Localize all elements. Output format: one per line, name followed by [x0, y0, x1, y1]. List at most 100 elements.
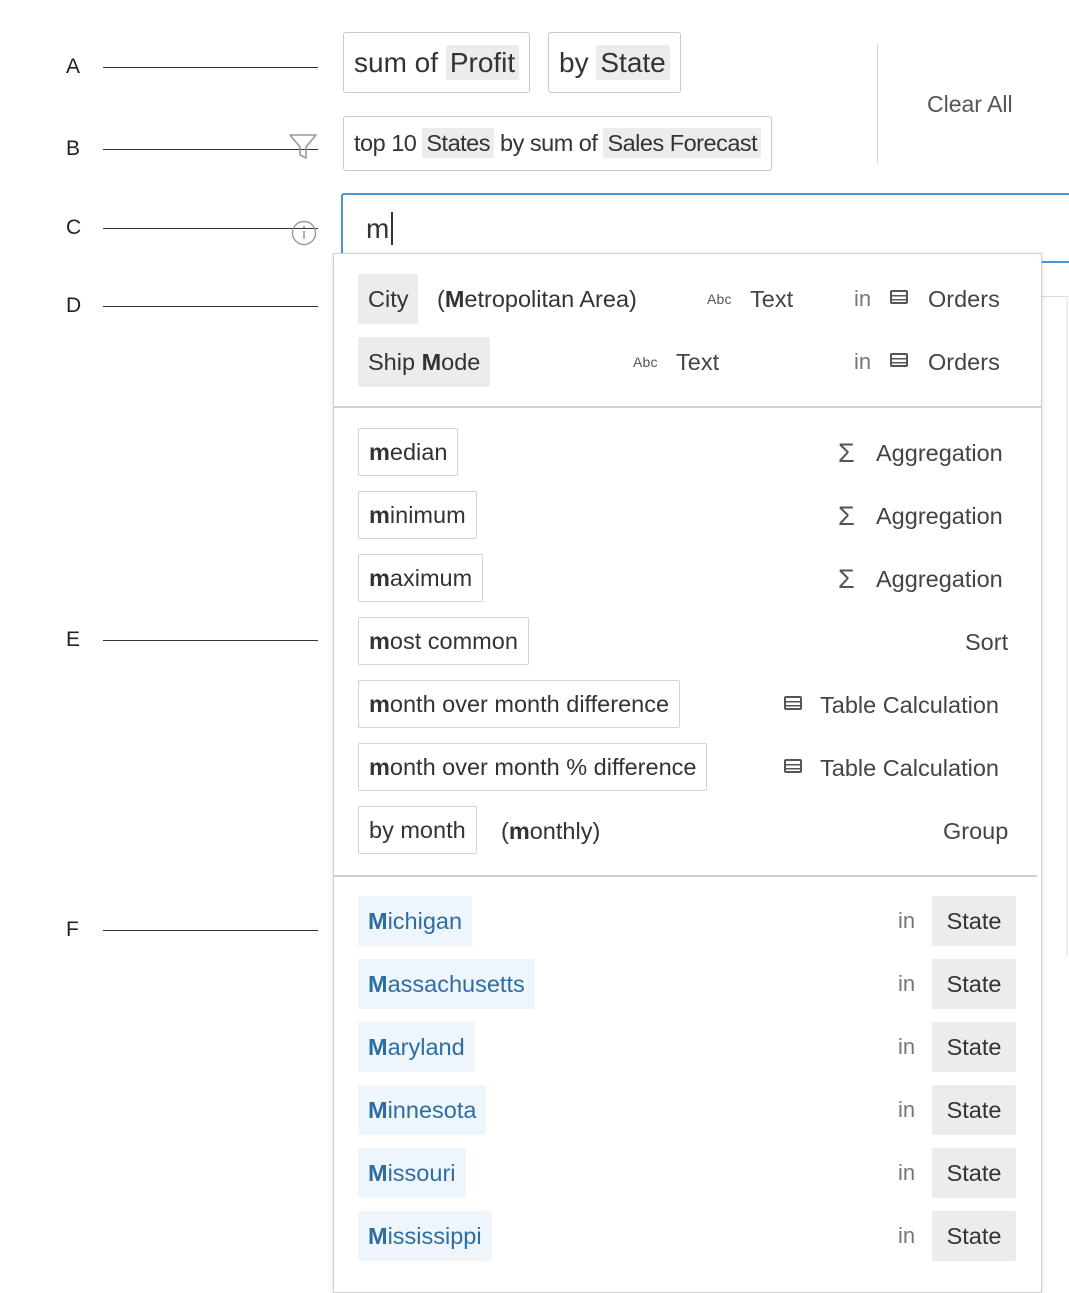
in-label: in [854, 349, 872, 374]
keyword-chip: month over month difference [358, 680, 681, 728]
suggestion-value-michigan[interactable]: Michigan in State [358, 896, 1016, 946]
suggestion-value-minnesota[interactable]: Minnesota in State [358, 1085, 1016, 1135]
suggestion-value-mississippi[interactable]: Mississippi in State [358, 1211, 1016, 1261]
field-chip: State [932, 1085, 1016, 1135]
section-separator [333, 406, 1042, 408]
field-chip: State [932, 1148, 1016, 1198]
table-icon [890, 290, 908, 304]
callout-d: D [66, 293, 318, 319]
keyword-category: Aggregation [876, 503, 1003, 529]
keyword-chip: median [358, 428, 459, 476]
in-label: in [898, 971, 916, 996]
field-chip: State [932, 1022, 1016, 1072]
in-label: in [854, 286, 872, 311]
header-divider [877, 44, 878, 163]
query-pill-dimension[interactable]: by State [548, 32, 681, 93]
callout-e: E [66, 627, 318, 653]
keyword-chip: most common [358, 617, 529, 665]
suggestion-field-city[interactable]: City (Metropolitan Area) Abc Text in Ord… [358, 274, 1018, 324]
keyword-alias: (monthly) [501, 818, 601, 844]
callout-letter: C [66, 216, 82, 239]
keyword-category: Aggregation [876, 566, 1003, 592]
section-separator [333, 875, 1037, 877]
value-chip: Massachusetts [358, 959, 535, 1009]
suggestion-keyword-maximum[interactable]: maximum Σ Aggregation [358, 554, 1016, 604]
suggestion-keyword-most-common[interactable]: most common Sort [358, 617, 1016, 667]
query-pill-measure[interactable]: sum of Profit [343, 32, 531, 93]
keyword-chip: month over month % difference [358, 743, 708, 791]
value-chip: Michigan [358, 896, 473, 946]
in-label: in [898, 1223, 916, 1248]
value-chip: Mississippi [358, 1211, 492, 1261]
filter-icon [289, 134, 317, 159]
text-type-icon: Abc [633, 354, 658, 370]
sigma-icon: Σ [838, 501, 855, 531]
field-chip: State [932, 959, 1016, 1009]
field-type: Text [750, 286, 794, 312]
info-icon[interactable] [290, 219, 318, 247]
panel-edge [1066, 296, 1068, 956]
filter-pill[interactable]: top 10 States by sum of Sales Forecast [343, 116, 773, 171]
suggestion-keyword-mom-difference[interactable]: month over month difference Table Calcul… [358, 680, 1016, 730]
clear-all-button[interactable]: Clear All [927, 89, 1013, 119]
table-calculation-icon [784, 696, 802, 710]
callout-line [103, 930, 318, 931]
panel-edge [1041, 296, 1069, 297]
table-calculation-icon [784, 759, 802, 773]
suggestion-field-ship-mode[interactable]: Ship Mode Abc Text in Orders [358, 337, 1018, 387]
suggestion-keyword-mom-percent-difference[interactable]: month over month % difference Table Calc… [358, 743, 1016, 793]
field-chip: Ship Mode [358, 337, 491, 387]
callout-line [103, 228, 318, 229]
suggestion-keyword-median[interactable]: median Σ Aggregation [358, 428, 1016, 478]
in-label: in [898, 1160, 916, 1185]
callout-a: A [66, 54, 318, 80]
suggestion-value-maryland[interactable]: Maryland in State [358, 1022, 1016, 1072]
pill-field-highlight: States [422, 128, 494, 158]
pill-text: sum of [354, 47, 446, 78]
callout-letter: B [66, 137, 81, 160]
value-chip: Missouri [358, 1148, 466, 1198]
keyword-category: Aggregation [876, 440, 1003, 466]
callout-b: B [66, 136, 318, 162]
suggestion-keyword-by-month[interactable]: by month (monthly) Group [358, 806, 1016, 856]
field-alias: (Metropolitan Area) [437, 286, 637, 312]
in-label: in [898, 1034, 916, 1059]
keyword-chip: maximum [358, 554, 484, 602]
pill-field-highlight: Profit [445, 45, 520, 80]
suggestion-value-missouri[interactable]: Missouri in State [358, 1148, 1016, 1198]
value-chip: Minnesota [358, 1085, 487, 1135]
field-type: Text [676, 349, 720, 375]
text-type-icon: Abc [707, 291, 732, 307]
keyword-chip: minimum [358, 491, 477, 539]
callout-letter: A [66, 55, 81, 78]
field-chip: State [932, 896, 1016, 946]
callout-line [103, 306, 318, 307]
sigma-icon: Σ [838, 438, 855, 468]
text-caret [391, 212, 393, 245]
pill-field-highlight: Sales Forecast [603, 128, 762, 158]
callout-line [103, 149, 318, 150]
keyword-category: Sort [965, 629, 1009, 655]
callout-f: F [66, 917, 318, 943]
in-label: in [898, 1097, 916, 1122]
callout-letter: F [66, 918, 79, 941]
suggestion-value-massachusetts[interactable]: Massachusetts in State [358, 959, 1016, 1009]
pill-text: top 10 [354, 130, 423, 156]
keyword-category: Table Calculation [820, 692, 999, 718]
pill-text: by sum of [494, 130, 604, 156]
search-input-value: m [366, 213, 390, 244]
field-source: Orders [928, 286, 1000, 312]
callout-letter: D [66, 294, 82, 317]
value-chip: Maryland [358, 1022, 475, 1072]
keyword-chip: by month [358, 806, 477, 854]
callout-line [103, 640, 318, 641]
callout-letter: E [66, 628, 81, 651]
field-chip: State [932, 1211, 1016, 1261]
field-source: Orders [928, 349, 1000, 375]
pill-field-highlight: State [596, 45, 670, 80]
keyword-category: Table Calculation [820, 755, 999, 781]
sigma-icon: Σ [838, 564, 855, 594]
suggestion-keyword-minimum[interactable]: minimum Σ Aggregation [358, 491, 1016, 541]
table-icon [890, 353, 908, 367]
in-label: in [898, 908, 916, 933]
